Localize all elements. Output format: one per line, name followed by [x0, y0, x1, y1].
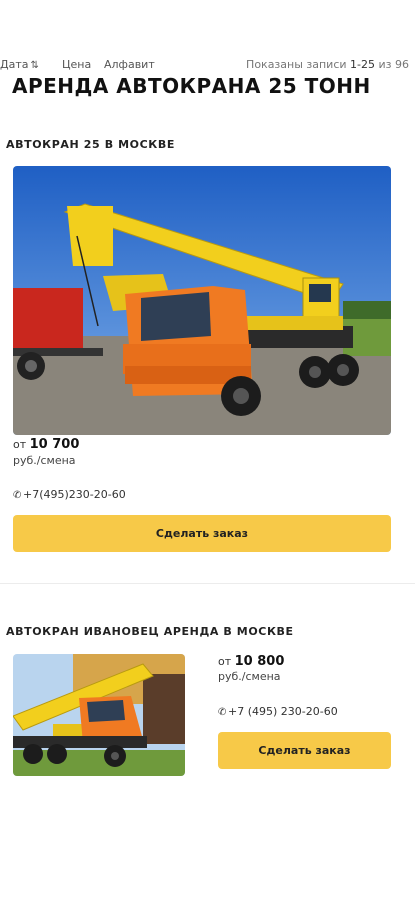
phone-icon: ✆ — [218, 707, 227, 718]
price-1: от 10 700 — [13, 437, 80, 452]
sort-by-price[interactable]: Цена — [62, 58, 91, 71]
phone-link-1[interactable]: ✆ +7(495)230-20-60 — [13, 488, 126, 501]
crane-image — [13, 166, 391, 435]
card-divider — [0, 583, 415, 584]
price-unit-1: руб./смена — [13, 454, 76, 467]
phone-link-2[interactable]: ✆ +7 (495) 230-20-60 — [218, 705, 338, 718]
card-title-1[interactable]: АВТОКРАН 25 В МОСКВЕ — [6, 138, 175, 151]
sort-order-icon[interactable]: ⇅ — [30, 60, 38, 71]
crane-image — [13, 654, 185, 776]
sort-bar: Дата ⇅ Цена Алфавит Показаны записи 1-25 … — [0, 58, 415, 74]
price-2: от 10 800 — [218, 654, 285, 669]
price-unit-2: руб./смена — [218, 670, 281, 683]
crane-photo-1[interactable] — [13, 166, 391, 435]
page-title: АРЕНДА АВТОКРАНА 25 ТОНН — [12, 74, 371, 98]
order-button-1[interactable]: Сделать заказ — [13, 515, 391, 552]
phone-icon: ✆ — [13, 490, 22, 501]
order-button-2[interactable]: Сделать заказ — [218, 732, 391, 769]
sort-by-alphabet[interactable]: Алфавит — [104, 58, 155, 71]
records-count: Показаны записи 1-25 из 96 — [246, 58, 409, 71]
sort-by-date[interactable]: Дата ⇅ — [0, 58, 39, 71]
crane-photo-2[interactable] — [13, 654, 185, 776]
card-title-2[interactable]: АВТОКРАН ИВАНОВЕЦ АРЕНДА В МОСКВЕ — [6, 625, 294, 638]
